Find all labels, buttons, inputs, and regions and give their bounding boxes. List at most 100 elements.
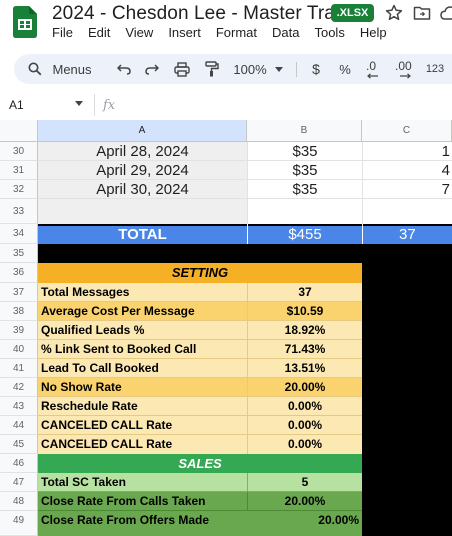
row-header[interactable]: 37 [0,283,38,302]
column-header-b[interactable]: B [247,120,362,142]
metric-label[interactable]: Average Cost Per Message [38,302,247,321]
menu-insert[interactable]: Insert [168,24,201,42]
menu-file[interactable]: File [52,24,73,42]
row-header[interactable]: 47 [0,473,38,492]
spreadsheet-grid: A B C 30 31 32 33 34 35 36 37 38 39 40 4… [0,120,452,536]
metric-label[interactable]: % Link Sent to Booked Call [38,340,247,359]
metric-value[interactable]: 20.00% [247,378,362,397]
cloud-status-icon[interactable] [440,5,452,21]
row-header[interactable]: 38 [0,302,38,321]
metric-value[interactable]: 37 [247,283,362,302]
metric-value[interactable]: 5 [247,473,362,492]
menu-help[interactable]: Help [360,24,387,42]
cell-count[interactable]: 4 [362,161,452,180]
row-header[interactable]: 35 [0,244,38,263]
cell-empty[interactable] [247,199,362,224]
metric-label[interactable]: Lead To Call Booked [38,359,247,378]
cell-cost[interactable]: $35 [247,161,362,180]
undo-button[interactable] [114,54,134,84]
chevron-down-icon[interactable] [75,101,83,106]
metric-value[interactable]: 18.92% [247,321,362,340]
menu-tools[interactable]: Tools [314,24,344,42]
name-box[interactable]: A1 [9,98,24,112]
metric-value[interactable]: 20.00% [247,511,362,536]
formula-divider [94,94,95,116]
sales-header[interactable]: SALES [38,454,362,473]
undo-icon [117,64,131,75]
row-header[interactable]: 48 [0,492,38,511]
row-header[interactable]: 42 [0,378,38,397]
cell-empty[interactable] [362,199,452,224]
metric-value[interactable]: 20.00% [247,492,362,511]
row-header[interactable]: 41 [0,359,38,378]
decrease-decimal-button[interactable]: .0 [362,54,386,84]
metric-label[interactable]: Total Messages [38,283,247,302]
metric-label[interactable]: CANCELED CALL Rate [38,416,247,435]
row-header[interactable]: 44 [0,416,38,435]
cell-count[interactable]: 1 [362,142,452,161]
setting-header[interactable]: SETTING [38,263,362,283]
row-header[interactable]: 34 [0,224,38,244]
metric-value[interactable]: 0.00% [247,435,362,454]
paint-format-button[interactable] [201,54,223,84]
row-header[interactable]: 39 [0,321,38,340]
total-count[interactable]: 37 [362,224,452,244]
menu-edit[interactable]: Edit [88,24,110,42]
cell-date[interactable]: April 29, 2024 [38,161,247,180]
row-header[interactable]: 32 [0,180,38,199]
paint-roller-icon [205,61,219,77]
column-header-a[interactable]: A [38,120,247,142]
row-header[interactable]: 49 [0,511,38,536]
row-header[interactable]: 43 [0,397,38,416]
zoom-select[interactable]: 100% [232,54,284,84]
row-header[interactable]: 40 [0,340,38,359]
currency-format-button[interactable]: $ [305,54,327,84]
row-header[interactable]: 31 [0,161,38,180]
arrow-right-icon [400,73,411,79]
redo-button[interactable] [142,54,162,84]
metric-label[interactable]: No Show Rate [38,378,247,397]
metric-label[interactable]: Qualified Leads % [38,321,247,340]
row-header[interactable]: 30 [0,142,38,161]
total-cost[interactable]: $455 [247,224,362,244]
row-header[interactable]: 36 [0,263,38,283]
cell-empty[interactable] [38,199,247,224]
cell-cost[interactable]: $35 [247,142,362,161]
metric-value[interactable]: $10.59 [247,302,362,321]
toolbar-divider [296,62,297,77]
metric-value[interactable]: 0.00% [247,416,362,435]
total-label[interactable]: TOTAL [38,224,247,244]
row-header[interactable]: 46 [0,454,38,473]
menu-format[interactable]: Format [216,24,257,42]
cell-cost[interactable]: $35 [247,180,362,199]
menus-label: Menus [52,61,92,77]
search-icon [28,62,42,76]
metric-label[interactable]: Close Rate From Offers Made [38,511,247,536]
menu-data[interactable]: Data [272,24,299,42]
select-all-corner[interactable] [0,120,38,142]
cell-date[interactable]: April 28, 2024 [38,142,247,161]
metric-value[interactable]: 71.43% [247,340,362,359]
move-folder-icon[interactable] [413,5,431,21]
metric-label[interactable]: Close Rate From Calls Taken [38,492,247,511]
row-header[interactable]: 33 [0,199,38,224]
metric-label[interactable]: Total SC Taken [38,473,247,492]
column-header-c[interactable]: C [362,120,452,142]
zoom-value: 100% [233,61,267,77]
cell-count[interactable]: 7 [362,180,452,199]
google-sheets-logo[interactable] [13,6,37,38]
metric-label[interactable]: CANCELED CALL Rate [38,435,247,454]
metric-value[interactable]: 0.00% [247,397,362,416]
row-header[interactable]: 45 [0,435,38,454]
metric-label[interactable]: Reschedule Rate [38,397,247,416]
menus-search-button[interactable]: Menus [24,54,96,84]
number-format-button[interactable]: 123 [422,54,448,84]
metric-value[interactable]: 13.51% [247,359,362,378]
cell-date[interactable]: April 30, 2024 [38,180,247,199]
document-title[interactable]: 2024 - Chesdon Lee - Master Tracker [52,2,371,26]
star-icon[interactable] [385,4,403,22]
percent-format-button[interactable]: % [334,54,356,84]
menu-view[interactable]: View [125,24,153,42]
increase-decimal-button[interactable]: .00 [391,54,419,84]
print-button[interactable] [171,54,193,84]
